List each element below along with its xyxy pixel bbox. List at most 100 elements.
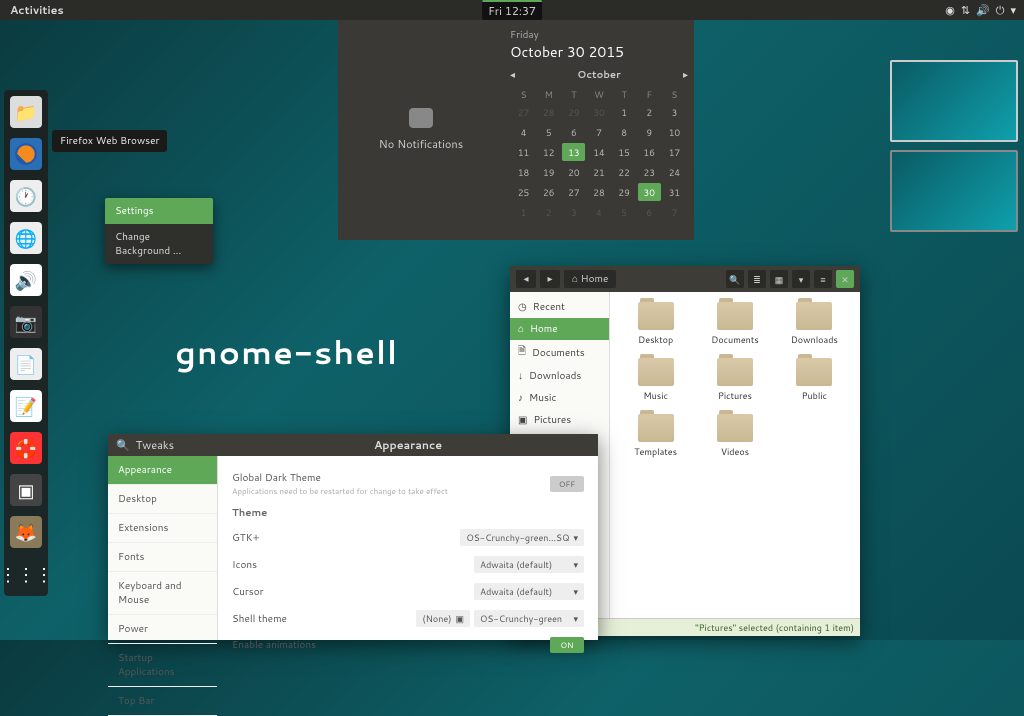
- cursor-combo[interactable]: Adwaita (default)▾: [474, 583, 584, 600]
- dock-app-clock[interactable]: 🕐: [10, 180, 42, 212]
- dock-app-web[interactable]: 🌐: [10, 222, 42, 254]
- calendar-day[interactable]: 9: [638, 123, 661, 141]
- dock-app-help[interactable]: 🛟: [10, 432, 42, 464]
- system-tray[interactable]: ◉ ⇅ 🔊 ⏻ ▾: [937, 2, 1024, 18]
- dock-app-text[interactable]: 📝: [10, 390, 42, 422]
- calendar-day[interactable]: 27: [512, 103, 535, 121]
- calendar-day[interactable]: 30: [638, 183, 661, 201]
- forward-button[interactable]: ▸: [540, 270, 560, 288]
- calendar-next-icon[interactable]: ▸: [683, 68, 688, 82]
- calendar-day[interactable]: 23: [638, 163, 661, 181]
- calendar-day[interactable]: 3: [663, 103, 686, 121]
- dock-app-firefox[interactable]: [10, 138, 42, 170]
- tweaks-sidebar-item[interactable]: Fonts: [108, 543, 217, 572]
- calendar-day[interactable]: 7: [587, 123, 610, 141]
- files-sidebar-item[interactable]: 🗎Documents: [510, 340, 609, 365]
- clock[interactable]: Fri 12:37: [482, 0, 542, 20]
- tweaks-sidebar-item[interactable]: Extensions: [108, 514, 217, 543]
- tweaks-sidebar-item[interactable]: Top Bar: [108, 687, 217, 716]
- view-list-icon[interactable]: ≣: [748, 270, 766, 288]
- view-grid-icon[interactable]: ▦: [770, 270, 788, 288]
- search-icon[interactable]: 🔍: [116, 437, 130, 453]
- folder-music[interactable]: Music: [620, 358, 691, 402]
- dock-app-rhythmbox[interactable]: 🔊: [10, 264, 42, 296]
- folder-desktop[interactable]: Desktop: [620, 302, 691, 346]
- ctx-change-background[interactable]: Change Background ...: [105, 224, 213, 264]
- location-bar[interactable]: ⌂ Home: [564, 270, 616, 288]
- calendar-day[interactable]: 18: [512, 163, 535, 181]
- calendar-day[interactable]: 8: [613, 123, 636, 141]
- calendar-day[interactable]: 4: [587, 203, 610, 221]
- folder-documents[interactable]: Documents: [699, 302, 770, 346]
- workspace-thumbnail-2[interactable]: [890, 150, 1018, 232]
- calendar-grid[interactable]: SMTWTFS272829301234567891011121314151617…: [510, 86, 688, 223]
- dock-app-gimp[interactable]: 🦊: [10, 516, 42, 548]
- network-icon[interactable]: ⇅: [961, 2, 970, 18]
- hamburger-icon[interactable]: ≡: [814, 270, 832, 288]
- dock-app-office[interactable]: 📄: [10, 348, 42, 380]
- dock-app-camera[interactable]: 📷: [10, 306, 42, 338]
- shell-badge[interactable]: (None)▣: [416, 610, 470, 627]
- calendar-day[interactable]: 1: [613, 103, 636, 121]
- calendar-day[interactable]: 16: [638, 143, 661, 161]
- calendar-day[interactable]: 26: [537, 183, 560, 201]
- calendar-day[interactable]: 12: [537, 143, 560, 161]
- gtk-combo[interactable]: OS-Crunchy-green...SQ▾: [460, 529, 584, 546]
- calendar-day[interactable]: 27: [562, 183, 585, 201]
- calendar-day[interactable]: 17: [663, 143, 686, 161]
- calendar-day[interactable]: 24: [663, 163, 686, 181]
- chevron-down-icon[interactable]: ▾: [1010, 2, 1016, 18]
- calendar-day[interactable]: 5: [613, 203, 636, 221]
- calendar-day[interactable]: 29: [562, 103, 585, 121]
- calendar-day[interactable]: 29: [613, 183, 636, 201]
- files-sidebar-item[interactable]: ⌂Home: [510, 318, 609, 340]
- folder-videos[interactable]: Videos: [699, 414, 770, 458]
- files-sidebar-item[interactable]: ↓Downloads: [510, 365, 609, 387]
- calendar-day[interactable]: 11: [512, 143, 535, 161]
- calendar-day[interactable]: 25: [512, 183, 535, 201]
- calendar-day[interactable]: 15: [613, 143, 636, 161]
- calendar-day[interactable]: 30: [587, 103, 610, 121]
- calendar-day[interactable]: 2: [638, 103, 661, 121]
- calendar-day[interactable]: 6: [638, 203, 661, 221]
- calendar-day[interactable]: 1: [512, 203, 535, 221]
- workspace-thumbnail-1[interactable]: [890, 60, 1018, 142]
- close-icon[interactable]: ✕: [836, 270, 854, 288]
- tweaks-sidebar-item[interactable]: Keyboard and Mouse: [108, 572, 217, 615]
- files-sidebar-item[interactable]: ▣Pictures: [510, 409, 609, 431]
- calendar-day[interactable]: 2: [537, 203, 560, 221]
- folder-templates[interactable]: Templates: [620, 414, 691, 458]
- icons-combo[interactable]: Adwaita (default)▾: [474, 556, 584, 573]
- shell-combo[interactable]: OS-Crunchy-green▾: [474, 610, 584, 627]
- ctx-settings[interactable]: Settings: [105, 198, 213, 224]
- calendar-day[interactable]: 19: [537, 163, 560, 181]
- calendar-day[interactable]: 14: [587, 143, 610, 161]
- files-sidebar-item[interactable]: ♪Music: [510, 387, 609, 409]
- folder-pictures[interactable]: Pictures: [699, 358, 770, 402]
- power-icon[interactable]: ⏻: [996, 2, 1005, 18]
- volume-icon[interactable]: 🔊: [976, 2, 990, 18]
- dock-app-files[interactable]: 📁: [10, 96, 42, 128]
- calendar-day[interactable]: 10: [663, 123, 686, 141]
- calendar-day[interactable]: 6: [562, 123, 585, 141]
- calendar-day[interactable]: 3: [562, 203, 585, 221]
- anim-switch[interactable]: ON: [550, 637, 584, 653]
- calendar-day[interactable]: 21: [587, 163, 610, 181]
- dock-show-apps[interactable]: ⋮⋮⋮: [10, 558, 42, 590]
- folder-downloads[interactable]: Downloads: [779, 302, 850, 346]
- calendar-day[interactable]: 22: [613, 163, 636, 181]
- calendar-day[interactable]: 4: [512, 123, 535, 141]
- files-sidebar-item[interactable]: ◷Recent: [510, 296, 609, 318]
- calendar-prev-icon[interactable]: ◂: [510, 68, 515, 82]
- tweaks-sidebar-item[interactable]: Desktop: [108, 485, 217, 514]
- search-icon[interactable]: 🔍: [726, 270, 744, 288]
- calendar-day[interactable]: 7: [663, 203, 686, 221]
- back-button[interactable]: ◂: [516, 270, 536, 288]
- global-dark-switch[interactable]: OFF: [550, 476, 584, 492]
- calendar-day[interactable]: 13: [562, 143, 585, 161]
- tweaks-sidebar-item[interactable]: Appearance: [108, 456, 217, 485]
- calendar-day[interactable]: 28: [587, 183, 610, 201]
- dock-app-terminal[interactable]: ▣: [10, 474, 42, 506]
- activities-button[interactable]: Activities: [0, 2, 74, 18]
- view-dropdown-icon[interactable]: ▾: [792, 270, 810, 288]
